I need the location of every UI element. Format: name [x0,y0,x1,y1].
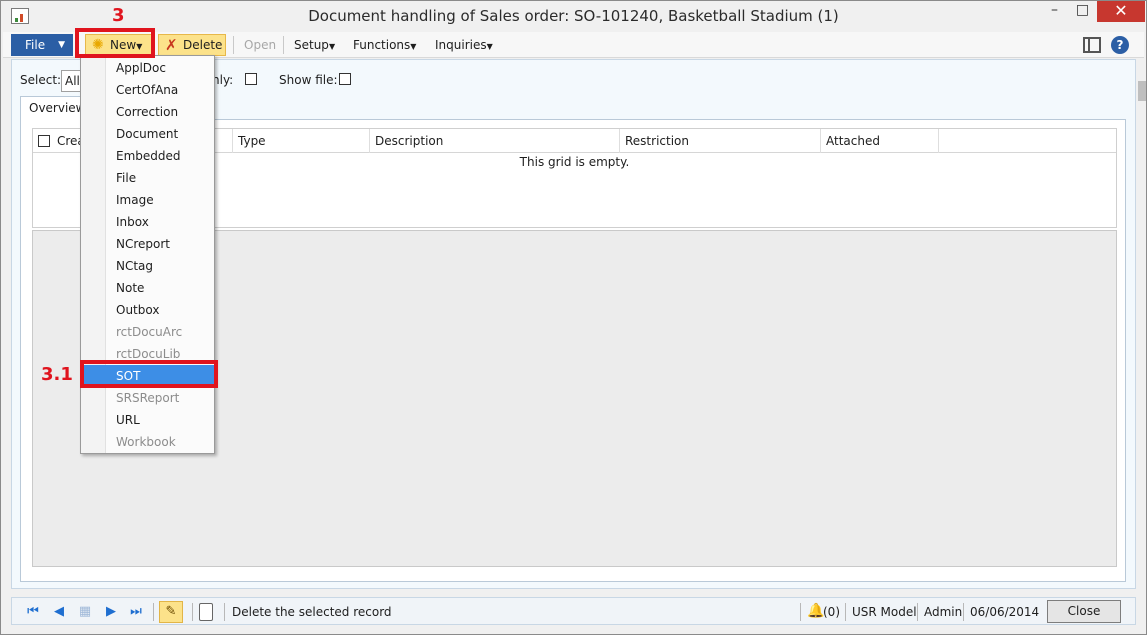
menu-item-note[interactable]: Note [108,277,213,299]
column-header-type[interactable]: Type [233,129,370,153]
show-file-checkbox[interactable] [339,73,351,85]
menu-item-certofana[interactable]: CertOfAna [108,79,213,101]
functions-label: Functions [353,38,411,52]
previous-record-icon[interactable]: ◀ [50,603,68,621]
delete-label: Delete [183,38,223,52]
inquiries-label: Inquiries [435,38,487,52]
separator [917,603,918,621]
select-all-checkbox[interactable] [38,135,50,147]
maximize-button[interactable]: □ [1069,1,1096,22]
menu-item-outbox[interactable]: Outbox [108,299,213,321]
menu-item-image[interactable]: Image [108,189,213,211]
window-title: Document handling of Sales order: SO-101… [308,7,839,25]
new-dropdown-menu: ApplDoc CertOfAna Correction Document Embedd… [80,55,215,454]
setup-label: Setup [294,38,329,52]
inquiries-menu[interactable]: Inquiries▼ [435,34,493,56]
session-date[interactable]: 06/06/2014 [970,605,1039,619]
file-label: File [25,38,46,52]
select-label: Select: [20,73,62,87]
chevron-down-icon: ▼ [58,40,65,50]
delete-button[interactable]: ✗ Delete [158,34,226,56]
separator [800,603,801,621]
menu-item-url[interactable]: URL [108,409,213,431]
menu-item-appldoc[interactable]: ApplDoc [108,57,213,79]
bell-icon[interactable]: 🔔 [807,603,824,619]
column-header-description[interactable]: Description [370,129,620,153]
delete-x-icon: ✗ [165,36,178,54]
annotation-step-3-1: 3.1 [41,364,73,385]
next-record-icon[interactable]: ▶ [102,603,120,621]
status-message: Delete the selected record [232,605,392,619]
annotation-highlight-new [75,28,155,58]
notification-count[interactable]: (0) [823,605,840,619]
first-record-icon[interactable]: ⏮ [24,603,42,621]
close-button[interactable]: Close [1047,600,1121,623]
functions-menu[interactable]: Functions▼ [353,34,416,56]
only-label: nly: [212,73,234,87]
separator [845,603,846,621]
menu-icon-gutter [81,56,106,453]
menu-item-workbook[interactable]: Workbook [108,431,213,453]
menu-item-embedded[interactable]: Embedded [108,145,213,167]
menu-item-srsreport[interactable]: SRSReport [108,387,213,409]
open-button[interactable]: Open [244,34,276,56]
status-bar: ⏮ ◀ ▦ ▶ ⏭ ✎ Delete the selected record 🔔… [11,597,1136,625]
menu-item-correction[interactable]: Correction [108,101,213,123]
layout-icon[interactable] [1083,37,1101,53]
chevron-down-icon: ▼ [328,42,336,51]
annotation-highlight-sot [80,360,218,388]
separator [153,603,154,621]
title-bar: Document handling of Sales order: SO-101… [1,1,1146,32]
annotation-step-3: 3 [112,5,125,26]
separator [224,603,225,621]
chevron-down-icon: ▼ [486,42,493,51]
separator [283,36,284,54]
chevron-down-icon: ▼ [410,42,417,51]
user-indicator: Admin [924,605,963,619]
file-menu-button[interactable]: File ▼ [11,34,73,56]
edit-pencil-icon[interactable]: ✎ [159,601,183,623]
help-icon[interactable]: ? [1111,36,1129,54]
grid-view-icon[interactable]: ▦ [76,603,94,621]
last-record-icon[interactable]: ⏭ [127,603,145,621]
attachment-icon[interactable] [199,603,213,621]
show-file-label: Show file: [279,73,338,87]
tab-overview[interactable]: Overview [20,96,86,120]
menu-item-inbox[interactable]: Inbox [108,211,213,233]
column-header-restriction[interactable]: Restriction [620,129,821,153]
setup-menu[interactable]: Setup▼ [294,34,335,56]
window-close-button[interactable]: ✕ [1097,1,1145,22]
minimize-button[interactable]: – [1041,1,1068,22]
separator [192,603,193,621]
column-header-attached[interactable]: Attached [821,129,939,153]
menu-item-ncreport[interactable]: NCreport [108,233,213,255]
menu-item-document[interactable]: Document [108,123,213,145]
menu-item-nctag[interactable]: NCtag [108,255,213,277]
menu-item-file[interactable]: File [108,167,213,189]
background-fragment [1138,81,1146,101]
menu-item-rctdocuarc[interactable]: rctDocuArc [108,321,213,343]
only-checkbox[interactable] [245,73,257,85]
separator [963,603,964,621]
company-indicator[interactable]: USR Model [852,605,917,619]
separator [233,36,234,54]
